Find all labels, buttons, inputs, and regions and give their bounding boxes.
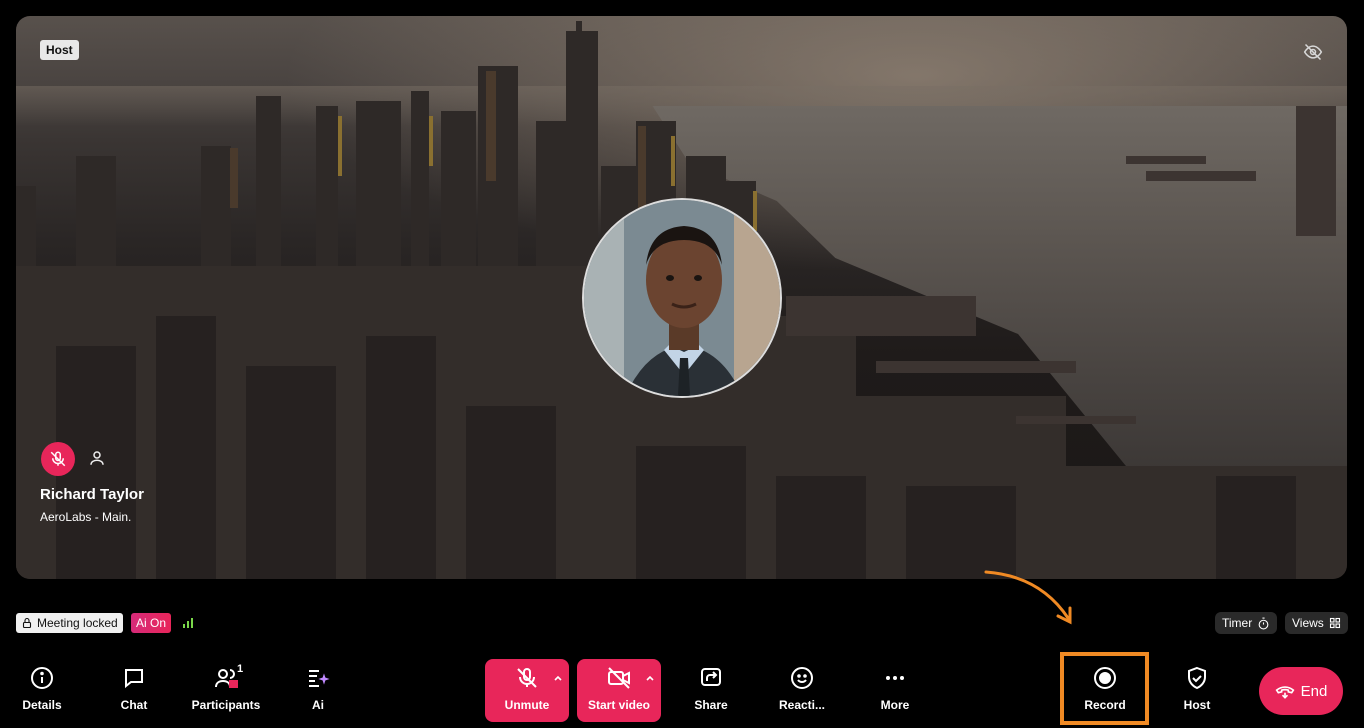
- participants-icon: [215, 669, 238, 688]
- shield-check-icon: [1188, 666, 1206, 690]
- stopwatch-icon: [1258, 617, 1269, 629]
- end-call-button[interactable]: End: [1259, 667, 1343, 715]
- ai-label: Ai: [312, 698, 324, 712]
- meeting-locked-badge: Meeting locked: [16, 613, 123, 633]
- ai-on-label: Ai On: [136, 616, 167, 630]
- timer-button[interactable]: Timer: [1215, 612, 1278, 634]
- views-button[interactable]: Views: [1285, 612, 1348, 634]
- host-controls-button[interactable]: Host: [1157, 660, 1237, 720]
- ai-on-badge: Ai On: [131, 613, 172, 633]
- more-dots-icon: [886, 676, 904, 680]
- smiley-icon: [791, 667, 813, 689]
- ai-sparkle-icon: [309, 670, 330, 687]
- ai-button[interactable]: Ai: [278, 660, 358, 720]
- phone-hangup-icon: [1275, 686, 1295, 699]
- reactions-label: Reacti...: [778, 698, 826, 712]
- details-label: Details: [22, 698, 62, 712]
- lock-icon: [22, 617, 32, 629]
- timer-label: Timer: [1222, 616, 1253, 630]
- share-label: Share: [694, 698, 728, 712]
- host-badge: Host: [40, 40, 79, 60]
- unmute-label: Unmute: [504, 698, 550, 712]
- participant-avatar: [582, 198, 782, 398]
- more-label: More: [880, 698, 910, 712]
- details-button[interactable]: Details: [2, 660, 82, 720]
- start-video-button[interactable]: Start video: [577, 659, 661, 722]
- chevron-up-icon[interactable]: [645, 673, 655, 683]
- chat-button[interactable]: Chat: [94, 660, 174, 720]
- participant-name: Richard Taylor: [40, 486, 144, 503]
- start-video-label: Start video: [587, 698, 650, 712]
- more-button[interactable]: More: [855, 660, 935, 720]
- participants-button[interactable]: 1 Participants: [186, 660, 266, 720]
- views-label: Views: [1292, 616, 1324, 630]
- share-button[interactable]: Share: [671, 660, 751, 720]
- host-label: Host: [1183, 698, 1211, 712]
- participant-subtitle: AeroLabs - Main.: [40, 510, 132, 524]
- record-highlight-box: [1060, 652, 1149, 725]
- chat-bubble-icon: [125, 669, 143, 689]
- share-screen-icon: [701, 668, 721, 686]
- reactions-button[interactable]: Reacti...: [762, 660, 842, 720]
- participants-count: 1: [237, 663, 244, 675]
- participants-label: Participants: [191, 698, 261, 712]
- mic-off-icon: [517, 668, 537, 688]
- hide-self-view-icon[interactable]: [1303, 42, 1323, 62]
- signal-strength-icon: [183, 618, 193, 628]
- chevron-up-icon[interactable]: [553, 673, 563, 683]
- grid-view-icon: [1329, 617, 1340, 629]
- unmute-button[interactable]: Unmute: [485, 659, 569, 722]
- annotation-arrow: [984, 570, 1072, 625]
- end-label: End: [1300, 682, 1328, 700]
- video-off-icon: [608, 667, 630, 689]
- participant-mic-muted-icon: [41, 442, 75, 476]
- chat-label: Chat: [120, 698, 148, 712]
- participant-person-icon: [90, 451, 104, 465]
- info-icon: [31, 667, 53, 689]
- video-stage: Host Richard Taylor AeroLabs - Main.: [16, 16, 1347, 579]
- meeting-locked-label: Meeting locked: [37, 616, 118, 630]
